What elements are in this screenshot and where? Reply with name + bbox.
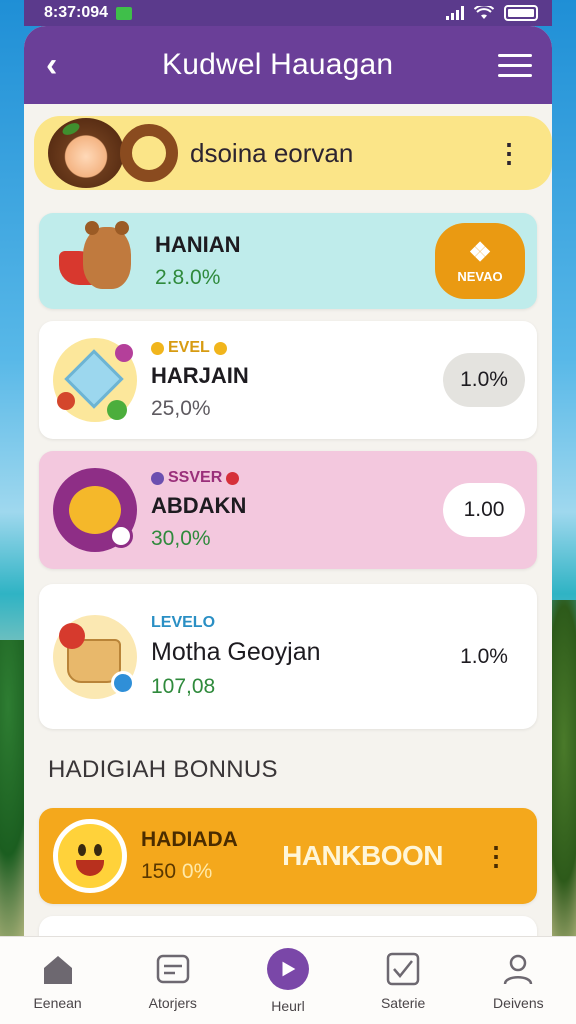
- list-item[interactable]: HANIAN 2.8.0% ❖ NEVAO: [39, 213, 537, 309]
- wifi-icon: [474, 6, 494, 19]
- bonus-card[interactable]: HADIADA 150 0% HANKBOON ⋮: [39, 808, 537, 904]
- list-item[interactable]: EVEL HARJAIN 25,0% 1.0%: [39, 321, 537, 439]
- item-name: HARJAIN: [151, 363, 249, 388]
- gem-icon: [53, 338, 137, 422]
- list-item-partial[interactable]: [39, 916, 537, 936]
- item-name: Motha Geoyjan: [151, 638, 321, 666]
- check-icon: [386, 952, 420, 985]
- bonus-name: HADIADA: [141, 828, 238, 851]
- smiley-icon: [53, 819, 127, 893]
- app-header: ‹ Kudwel Hauagan: [24, 26, 552, 104]
- status-bar: 8:37:094: [24, 0, 552, 26]
- nav-label: Atorjers: [148, 994, 197, 1011]
- page-title: Kudwel Hauagan: [162, 48, 394, 81]
- nav-label: Eenean: [33, 994, 82, 1011]
- level-label: SSVER: [151, 469, 443, 487]
- bonus-label: HANKBOON: [282, 840, 443, 871]
- coin-icon: [226, 471, 240, 485]
- rate-button[interactable]: 1.0%: [443, 353, 525, 407]
- nav-item-profile[interactable]: Deivens: [468, 951, 568, 1011]
- reward-button-label: NEVAO: [457, 268, 503, 284]
- level-label: EVEL: [151, 339, 443, 357]
- pretzel-icon: [120, 124, 178, 182]
- item-value: 2.8.0%: [155, 266, 221, 289]
- back-icon[interactable]: ‹: [46, 48, 57, 82]
- nav-label: Heurl: [271, 997, 305, 1014]
- app-screen: ‹ Kudwel Hauagan dsoina eorvan ⋮ HANIAN …: [24, 26, 552, 936]
- item-name: ABDAKN: [151, 493, 247, 518]
- item-value: 30,0%: [151, 527, 211, 550]
- more-options-icon[interactable]: ⋮: [480, 138, 538, 169]
- badge-icon: ❖: [468, 236, 492, 267]
- bottom-nav: Eenean Atorjers Heurl Saterie Deivens: [0, 936, 576, 1024]
- notification-icon: [116, 6, 133, 20]
- tasks-icon: [156, 954, 190, 983]
- rate-button[interactable]: 1.00: [443, 483, 525, 537]
- more-options-icon[interactable]: ⋮: [467, 841, 525, 872]
- item-value: 107,08: [151, 675, 216, 698]
- nav-label: Deivens: [493, 994, 544, 1011]
- nav-item-tasks[interactable]: Atorjers: [123, 951, 223, 1011]
- nav-label: Saterie: [380, 994, 426, 1011]
- nav-item-play[interactable]: Heurl: [238, 947, 338, 1014]
- bonus-value: 150 0%: [141, 860, 213, 883]
- avatar: [48, 118, 124, 188]
- coin-icon: [213, 341, 227, 355]
- list-item[interactable]: LEVELO Motha Geoyjan 107,08 1.0%: [39, 584, 537, 729]
- rate-label[interactable]: 1.0%: [443, 630, 525, 684]
- home-icon: [43, 955, 72, 984]
- profile-name: dsoina eorvan: [190, 137, 354, 168]
- basket-icon: [53, 614, 137, 699]
- profile-icon: [504, 954, 533, 984]
- coin-icon: [151, 341, 164, 355]
- bear-icon: [53, 221, 141, 301]
- level-label: LEVELO: [151, 614, 216, 631]
- status-time: 8:37:094: [44, 4, 109, 21]
- item-value: 25,0%: [151, 397, 211, 420]
- menu-icon[interactable]: [497, 53, 532, 77]
- battery-icon: [504, 5, 538, 21]
- reward-button[interactable]: ❖ NEVAO: [435, 223, 525, 299]
- item-name: HANIAN: [155, 232, 241, 257]
- list-item[interactable]: SSVER ABDAKN 30,0% 1.00: [39, 451, 537, 569]
- section-title: HADIGIAH BONNUS: [48, 756, 278, 783]
- profile-banner[interactable]: dsoina eorvan ⋮: [34, 116, 552, 190]
- nav-item-home[interactable]: Eenean: [8, 951, 108, 1011]
- fruit-icon: [53, 468, 137, 552]
- signal-icon: [446, 6, 464, 20]
- play-icon: [266, 947, 309, 990]
- coin-icon: [151, 471, 164, 485]
- nav-item-check[interactable]: Saterie: [353, 951, 453, 1011]
